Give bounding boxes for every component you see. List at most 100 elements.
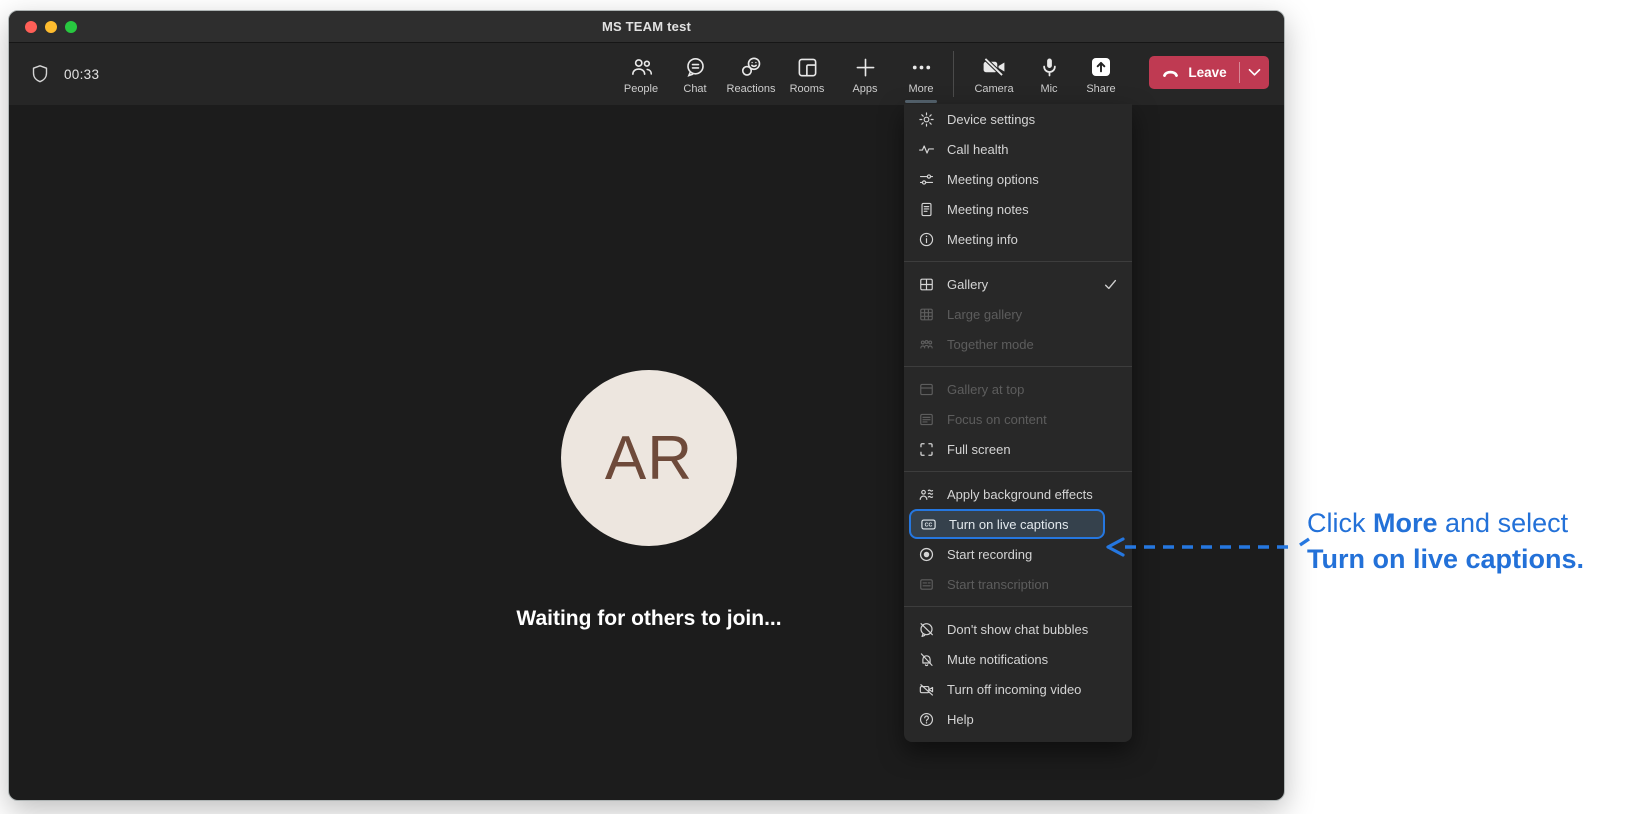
menu-label: Call health (947, 141, 1009, 157)
menu-separator (904, 261, 1132, 262)
plus-icon (853, 55, 878, 79)
avatar: AR (561, 370, 737, 546)
menu-item-meeting-options[interactable]: Meeting options (904, 164, 1132, 194)
menu-item-meeting-info[interactable]: Meeting info (904, 224, 1132, 254)
chevron-down-icon (1248, 68, 1261, 77)
menu-label: Device settings (947, 111, 1036, 127)
menu-item-mute-notifications[interactable]: Mute notifications (904, 644, 1132, 674)
minimize-button[interactable] (45, 21, 57, 33)
menu-label: Large gallery (947, 306, 1023, 322)
camera-button[interactable]: Camera (965, 55, 1023, 95)
camera-off-icon (981, 55, 1007, 79)
more-active-indicator (905, 100, 937, 103)
more-menu: Device settings Call health Meeting opti… (904, 104, 1132, 742)
reactions-button[interactable]: Reactions (722, 55, 780, 95)
menu-item-full-screen[interactable]: Full screen (904, 434, 1132, 464)
chat-icon (683, 55, 708, 79)
share-label: Share (1086, 83, 1116, 95)
chat-button[interactable]: Chat (666, 55, 724, 95)
note-icon (918, 201, 935, 218)
menu-label: Gallery at top (947, 381, 1025, 397)
menu-label: Help (947, 711, 974, 727)
menu-item-focus-on-content[interactable]: Focus on content (904, 404, 1132, 434)
toolbar-divider (953, 51, 954, 97)
annotation-line-2: Turn on live captions. (1307, 544, 1585, 574)
apps-button[interactable]: Apps (836, 55, 894, 95)
apps-label: Apps (852, 83, 878, 95)
menu-item-meeting-notes[interactable]: Meeting notes (904, 194, 1132, 224)
menu-item-gallery-at-top[interactable]: Gallery at top (904, 374, 1132, 404)
reactions-icon (739, 55, 764, 79)
sliders-icon (918, 171, 935, 188)
menu-item-large-gallery[interactable]: Large gallery (904, 299, 1132, 329)
info-icon (918, 231, 935, 248)
help-icon (918, 711, 935, 728)
window-title: MS TEAM test (601, 19, 692, 34)
fullscreen-icon (918, 441, 935, 458)
rooms-label: Rooms (789, 83, 825, 95)
reactions-label: Reactions (726, 83, 776, 95)
check-icon (1103, 277, 1118, 292)
traffic-lights (25, 11, 77, 43)
annotation-line-1: Click More and select (1307, 508, 1569, 538)
meeting-status: 00:33 (29, 43, 99, 105)
menu-label: Together mode (947, 336, 1034, 352)
focus-content-icon (918, 411, 935, 428)
share-button[interactable]: Share (1072, 55, 1130, 95)
leave-options-button[interactable] (1240, 56, 1269, 89)
annotation-arrow (1106, 537, 1310, 557)
menu-label: Apply background effects (947, 486, 1093, 502)
hangup-icon (1161, 66, 1180, 80)
people-button[interactable]: People (612, 55, 670, 95)
zoom-button[interactable] (65, 21, 77, 33)
leave-main[interactable]: Leave (1149, 56, 1239, 89)
rooms-icon (795, 55, 820, 79)
menu-item-turn-off-incoming-video[interactable]: Turn off incoming video (904, 674, 1132, 704)
grid-3x3-icon (918, 306, 935, 323)
transcript-icon (918, 576, 935, 593)
close-button[interactable] (25, 21, 37, 33)
people-icon (629, 55, 654, 79)
menu-item-dont-show-chat-bubbles[interactable]: Don't show chat bubbles (904, 614, 1132, 644)
meeting-timer: 00:33 (64, 66, 100, 82)
teams-meeting-window: MS TEAM test 00:33 People Chat Reactions… (8, 10, 1285, 801)
camera-label: Camera (974, 83, 1014, 95)
bell-slash-icon (918, 651, 935, 668)
mic-icon (1037, 55, 1062, 79)
menu-item-call-health[interactable]: Call health (904, 134, 1132, 164)
menu-item-help[interactable]: Help (904, 704, 1132, 734)
menu-label: Start transcription (947, 576, 1049, 592)
people-label: People (623, 83, 659, 95)
gallery-top-icon (918, 381, 935, 398)
menu-separator (904, 606, 1132, 607)
menu-item-gallery[interactable]: Gallery (904, 269, 1132, 299)
camera-slash-icon (918, 681, 935, 698)
menu-item-apply-background-effects[interactable]: Apply background effects (904, 479, 1132, 509)
menu-separator (904, 366, 1132, 367)
annotation-text: Click More and select Turn on live capti… (1307, 505, 1584, 577)
chat-label: Chat (683, 83, 707, 95)
ellipsis-icon (909, 55, 934, 79)
more-button[interactable]: More (892, 55, 950, 95)
menu-item-together-mode[interactable]: Together mode (904, 329, 1132, 359)
waiting-message: Waiting for others to join... (516, 607, 782, 630)
screenshot-canvas: MS TEAM test 00:33 People Chat Reactions… (0, 0, 1651, 814)
leave-button[interactable]: Leave (1149, 56, 1269, 89)
menu-label: Turn off incoming video (947, 681, 1082, 697)
menu-label: Turn on live captions (949, 516, 1069, 532)
menu-label: Full screen (947, 441, 1011, 457)
rooms-button[interactable]: Rooms (778, 55, 836, 95)
menu-label: Start recording (947, 546, 1033, 562)
more-label: More (908, 83, 934, 95)
menu-item-turn-on-live-captions[interactable]: CC Turn on live captions (909, 509, 1105, 539)
menu-item-start-transcription[interactable]: Start transcription (904, 569, 1132, 599)
cc-icon: CC (920, 516, 937, 533)
menu-label: Gallery (947, 276, 989, 292)
menu-label: Focus on content (947, 411, 1047, 427)
mic-button[interactable]: Mic (1020, 55, 1078, 95)
menu-item-device-settings[interactable]: Device settings (904, 104, 1132, 134)
menu-separator (904, 471, 1132, 472)
background-effects-icon (918, 486, 935, 503)
pulse-icon (918, 141, 935, 158)
grid-2x2-icon (918, 276, 935, 293)
